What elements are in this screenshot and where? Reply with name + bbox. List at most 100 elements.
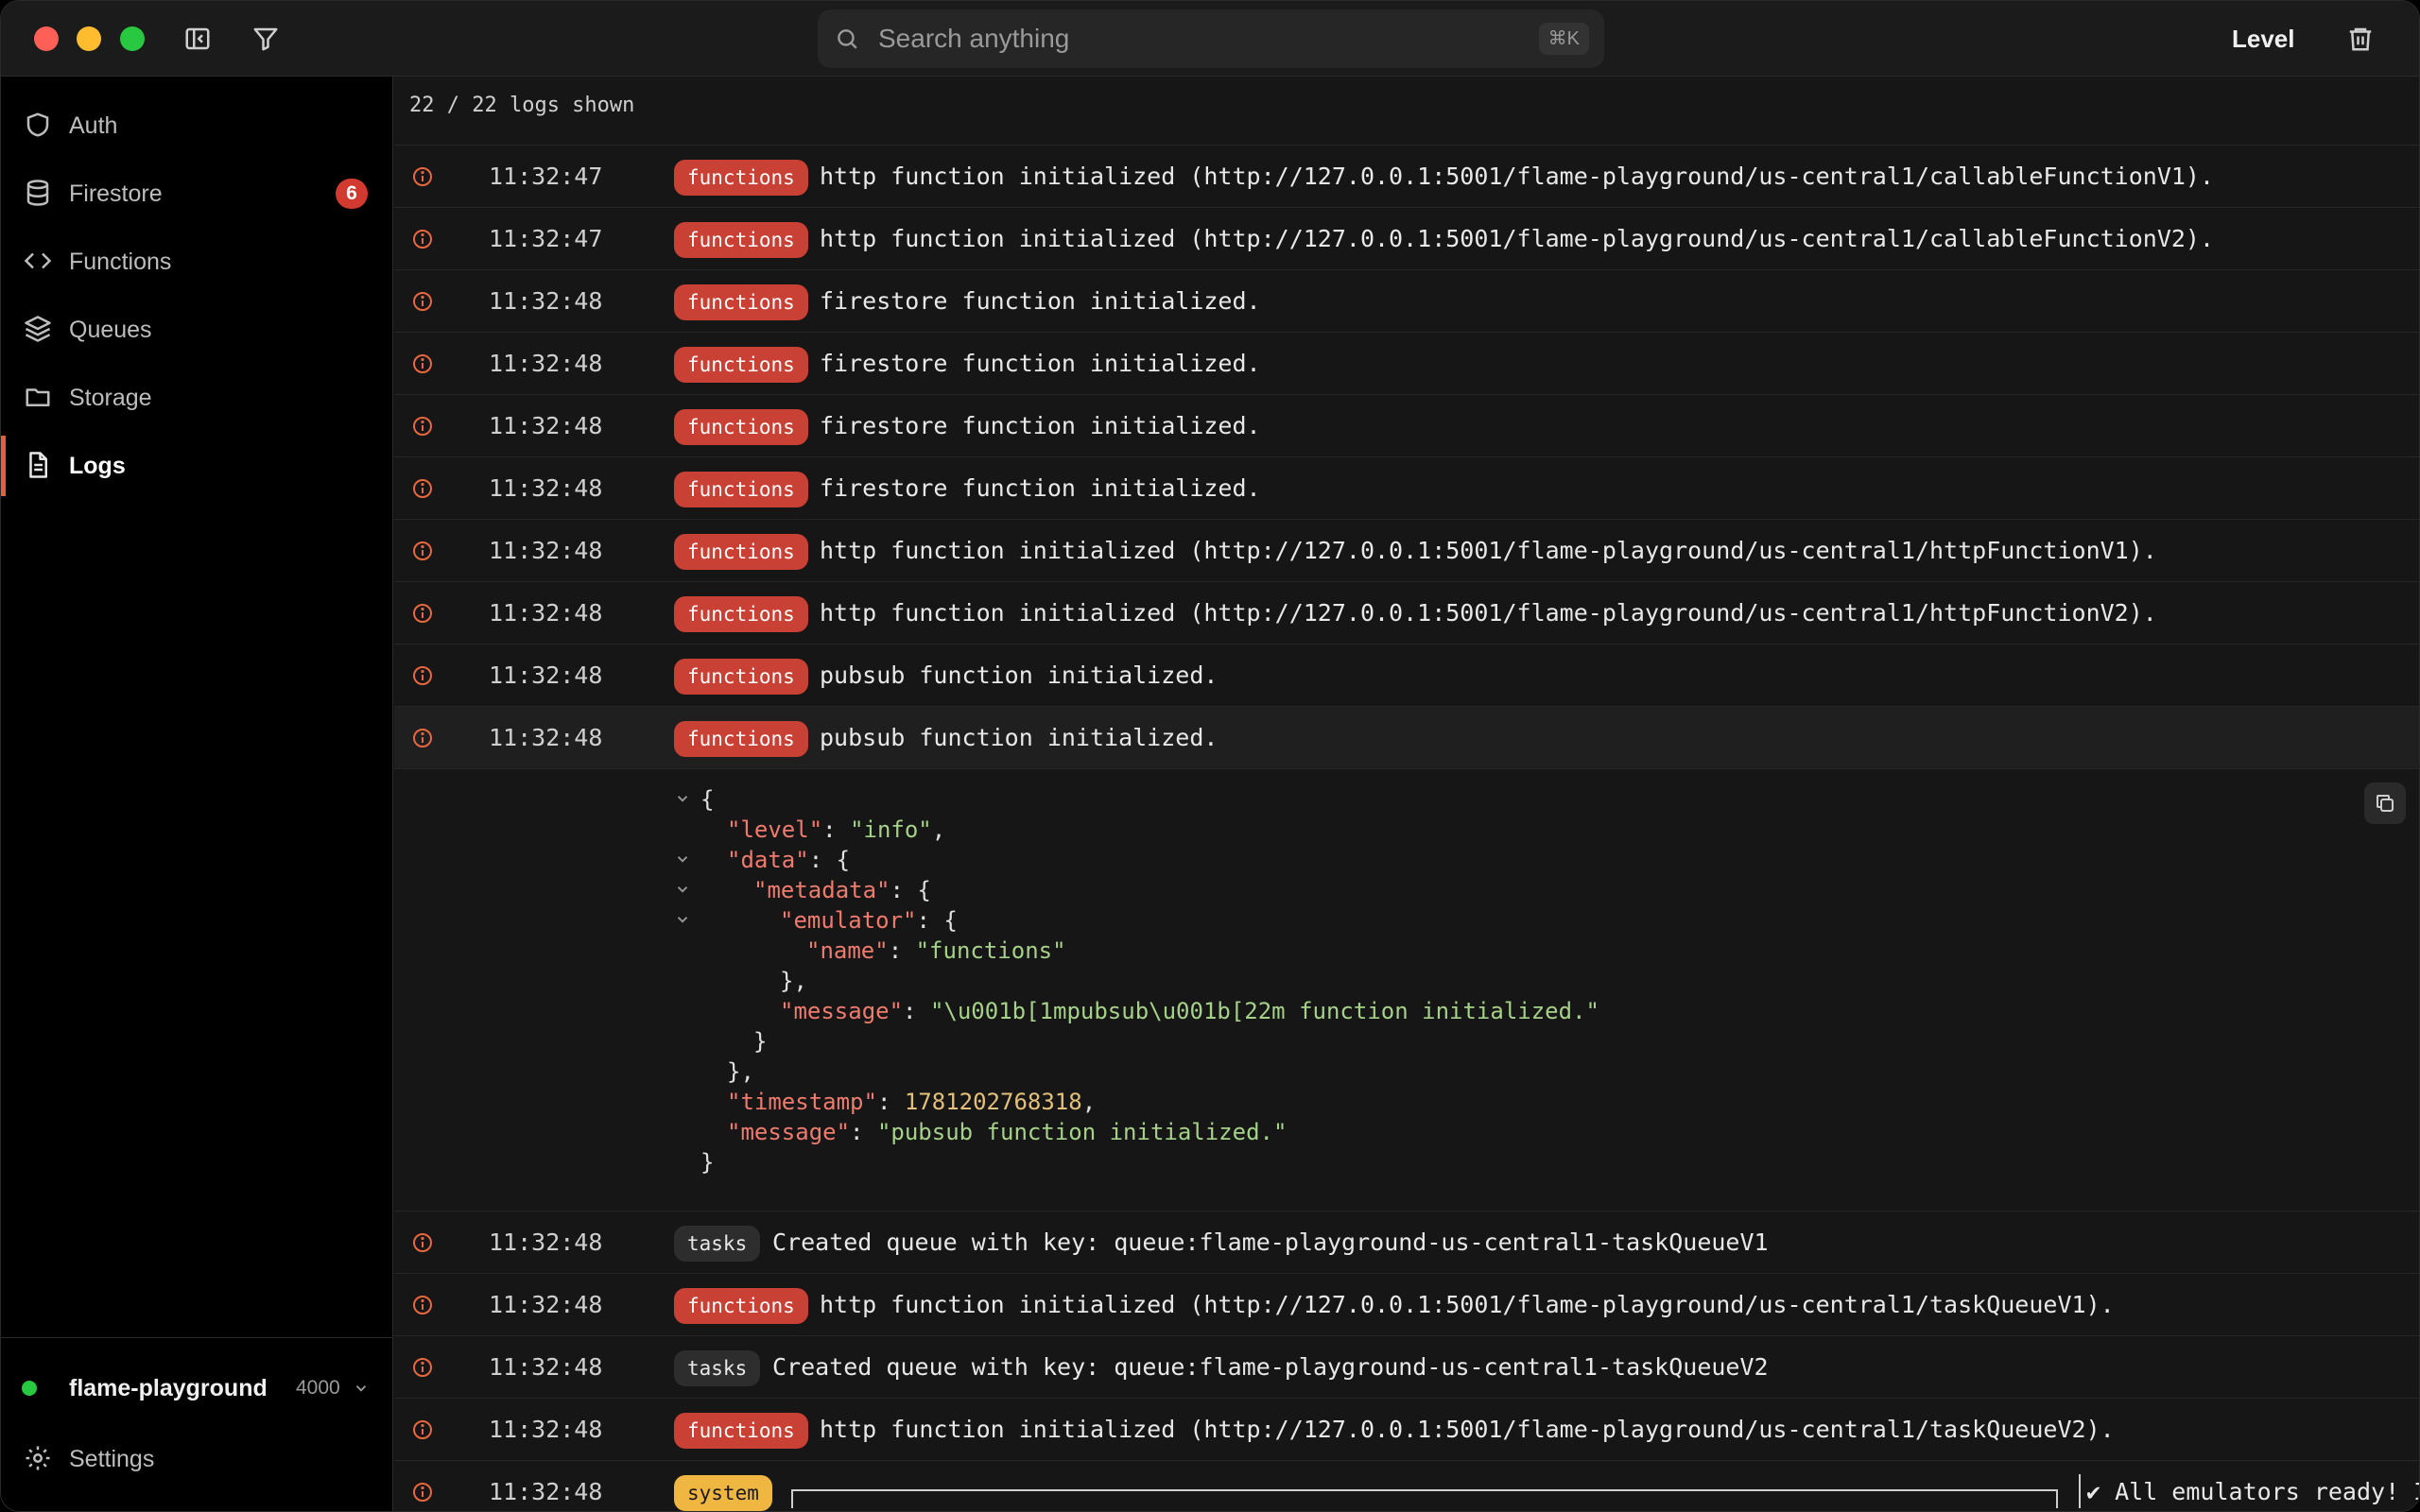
log-row[interactable]: 11:32:48 functions http function initializ… — [394, 581, 2419, 644]
app-window: ⌘K Level Auth Firestore 6 Functions — [0, 0, 2420, 1512]
log-row[interactable]: 11:32:48 tasks Created queue with key: que… — [394, 1335, 2419, 1398]
log-row[interactable]: 11:32:48 functions pubsub function initial… — [394, 706, 2419, 768]
log-row[interactable]: 11:32:48 functions firestore function init… — [394, 456, 2419, 519]
log-source-tag: functions — [674, 534, 808, 570]
info-level-icon — [411, 727, 434, 749]
log-source-tag: functions — [674, 721, 808, 757]
search-bar[interactable]: ⌘K — [818, 9, 1604, 68]
log-timestamp: 11:32:48 — [489, 599, 603, 627]
json-line: "level": "info", — [727, 816, 946, 843]
document-icon — [24, 451, 54, 481]
chevron-down-icon[interactable] — [353, 1380, 370, 1401]
log-row[interactable]: 11:32:48 functions http function initializ… — [394, 1398, 2419, 1460]
info-level-icon — [411, 1231, 434, 1254]
folder-icon — [24, 383, 54, 413]
log-timestamp: 11:32:48 — [489, 1228, 603, 1256]
info-level-icon — [411, 602, 434, 625]
copy-json-button[interactable] — [2364, 782, 2406, 824]
log-source-tag: functions — [674, 472, 808, 507]
window-maximize-button[interactable] — [120, 26, 145, 51]
filter-icon[interactable] — [249, 22, 283, 56]
settings-button[interactable]: Settings — [1, 1431, 393, 1487]
log-timestamp: 11:32:48 — [489, 287, 603, 315]
sidebar-item-functions[interactable]: Functions — [1, 232, 393, 292]
level-filter-button[interactable]: Level — [2222, 20, 2305, 58]
layers-icon — [24, 315, 54, 345]
search-input[interactable] — [878, 19, 1483, 59]
json-line: }, — [780, 968, 807, 994]
json-line: "timestamp": 1781202768318, — [727, 1089, 1097, 1115]
log-row[interactable]: 11:32:48 functions http function initializ… — [394, 1273, 2419, 1335]
window-minimize-button[interactable] — [77, 26, 101, 51]
log-row[interactable]: 11:32:48 functions firestore function init… — [394, 394, 2419, 456]
shield-icon — [24, 111, 54, 141]
log-timestamp: 11:32:48 — [489, 1478, 603, 1505]
log-message: ✔ All emulators ready! It is now safe to… — [2086, 1478, 2419, 1505]
log-source-tag: functions — [674, 596, 808, 632]
log-message: http function initialized (http://127.0.… — [820, 1291, 2115, 1318]
log-row[interactable]: 11:32:48 functions pubsub function initial… — [394, 644, 2419, 706]
sidebar-item-storage[interactable]: Storage — [1, 368, 393, 428]
project-port[interactable]: 4000 — [296, 1372, 340, 1404]
log-message: firestore function initialized. — [820, 287, 1261, 315]
sidebar-item-auth[interactable]: Auth — [1, 95, 393, 156]
toggle-sidebar-icon[interactable] — [181, 22, 215, 56]
log-source-tag: functions — [674, 284, 808, 320]
log-source-tag: tasks — [674, 1350, 761, 1386]
log-source-tag: tasks — [674, 1226, 761, 1262]
log-timestamp: 11:32:48 — [489, 350, 603, 377]
info-level-icon — [411, 1294, 434, 1316]
sidebar-item-logs[interactable]: Logs — [1, 436, 393, 496]
title-bar: ⌘K Level — [1, 1, 2419, 77]
log-list: 11:32:47 functions http function initializ… — [394, 145, 2419, 1511]
collapse-chevron-icon[interactable] — [674, 790, 695, 811]
log-row[interactable]: 11:32:48 system ✔ All emulators ready! It … — [394, 1460, 2419, 1511]
sidebar-item-label: Functions — [69, 249, 172, 275]
log-row[interactable]: 11:32:47 functions http function initializ… — [394, 145, 2419, 207]
log-row[interactable]: 11:32:48 functions http function initializ… — [394, 519, 2419, 581]
log-message: http function initialized (http://127.0.… — [820, 599, 2157, 627]
sidebar-item-label: Storage — [69, 385, 152, 411]
window-close-button[interactable] — [34, 26, 59, 51]
sidebar-item-label: Firestore — [69, 180, 163, 207]
info-level-icon — [411, 415, 434, 438]
log-message: http function initialized (http://127.0.… — [820, 1416, 2115, 1443]
log-detail-json: { "level": "info", "data": { "metadata":… — [394, 768, 2419, 1211]
sidebar-item-queues[interactable]: Queues — [1, 300, 393, 360]
search-shortcut-badge: ⌘K — [1538, 23, 1589, 55]
log-message: Created queue with key: queue:flame-play… — [772, 1228, 1769, 1256]
log-message: http function initialized (http://127.0.… — [820, 537, 2157, 564]
collapse-chevron-icon[interactable] — [674, 911, 695, 932]
sidebar-item-firestore[interactable]: Firestore 6 — [1, 163, 393, 224]
code-icon — [24, 247, 54, 277]
sidebar: Auth Firestore 6 Functions Queues Storag… — [1, 77, 393, 1511]
log-row[interactable]: 11:32:47 functions http function initializ… — [394, 207, 2419, 269]
log-row[interactable]: 11:32:48 functions firestore function init… — [394, 332, 2419, 394]
log-source-tag: functions — [674, 409, 808, 445]
log-source-tag: functions — [674, 160, 808, 196]
json-line: }, — [727, 1058, 754, 1085]
log-message: Created queue with key: queue:flame-play… — [772, 1353, 1769, 1381]
sidebar-footer: flame-playground 4000 Settings — [1, 1337, 393, 1511]
info-level-icon — [411, 477, 434, 500]
json-line: { — [700, 786, 715, 813]
log-count: 22 / 22 logs shown — [409, 94, 635, 117]
log-timestamp: 11:32:47 — [489, 225, 603, 252]
log-row[interactable]: 11:32:48 tasks Created queue with key: que… — [394, 1211, 2419, 1273]
log-message: http function initialized (http://127.0.… — [820, 163, 2215, 190]
log-row[interactable]: 11:32:48 functions firestore function init… — [394, 269, 2419, 332]
settings-label: Settings — [69, 1446, 155, 1472]
log-message: pubsub function initialized. — [820, 724, 1219, 751]
info-level-icon — [411, 352, 434, 375]
log-timestamp: 11:32:47 — [489, 163, 603, 190]
json-line: "message": "\u001b[1mpubsub\u001b[22m fu… — [780, 998, 1599, 1024]
log-timestamp: 11:32:48 — [489, 537, 603, 564]
log-message: firestore function initialized. — [820, 350, 1261, 377]
info-level-icon — [411, 664, 434, 687]
collapse-chevron-icon[interactable] — [674, 881, 695, 902]
search-icon — [835, 26, 859, 56]
clear-logs-icon[interactable] — [2342, 20, 2379, 58]
collapse-chevron-icon[interactable] — [674, 850, 695, 871]
log-timestamp: 11:32:48 — [489, 1416, 603, 1443]
project-name[interactable]: flame-playground — [69, 1372, 268, 1404]
